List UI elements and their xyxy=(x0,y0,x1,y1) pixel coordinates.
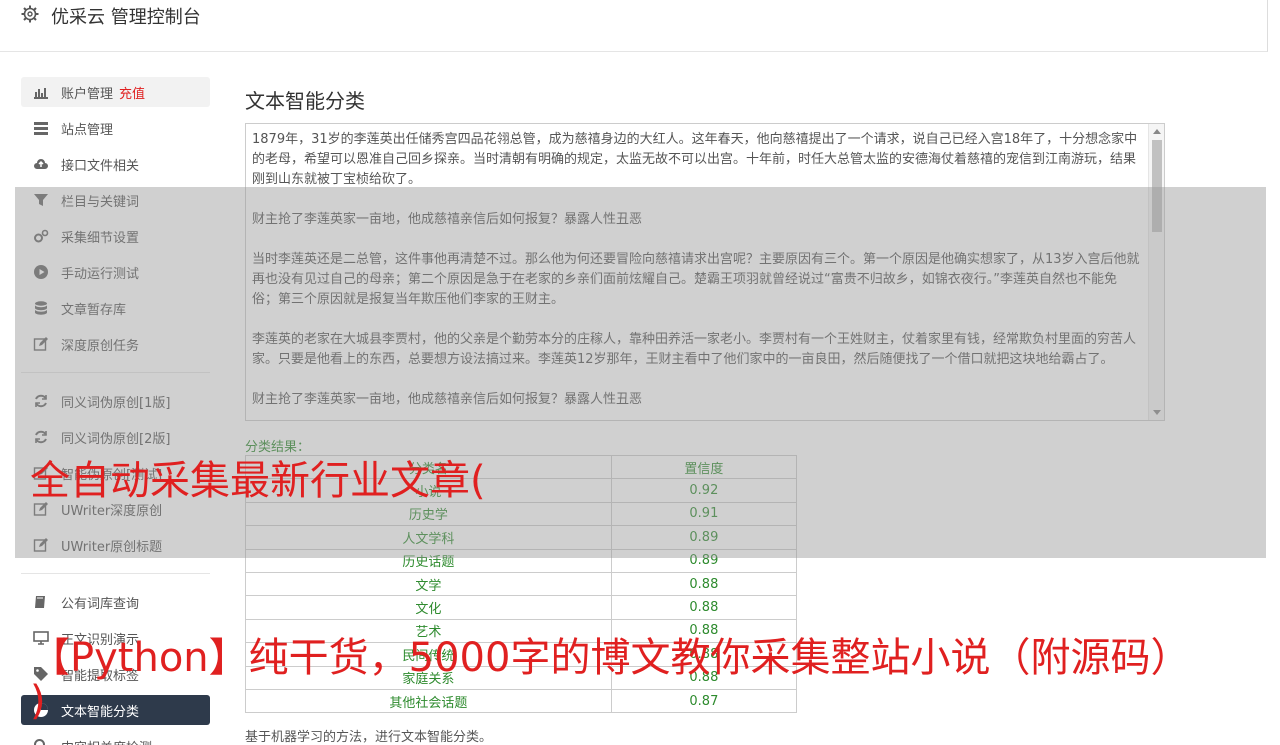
text-paragraph: 1879年，31岁的李莲英出任储秀宫四品花翎总管，成为慈禧身边的大红人。这年春天… xyxy=(252,132,1138,187)
category-cell: 文学 xyxy=(245,571,612,597)
sidebar-item-label: 接口文件相关 xyxy=(61,158,140,174)
sidebar-item-label: 文本智能分类 xyxy=(61,704,140,720)
recharge-link[interactable]: 充值 xyxy=(119,83,145,102)
sidebar-item-public-lexicon[interactable]: 公有词库查询 xyxy=(21,587,210,617)
sidebar-item-label: 公有词库查询 xyxy=(61,596,140,612)
cloud-upload-icon xyxy=(33,156,49,172)
scroll-up-arrow-icon[interactable] xyxy=(1153,129,1161,134)
search-icon xyxy=(33,738,49,745)
footer-note: 基于机器学习的方法，进行文本智能分类。 xyxy=(245,730,493,745)
gear-icon xyxy=(20,4,40,24)
top-bar: 优采云 管理控制台 xyxy=(0,0,1268,52)
overlay-headline: 全自动采集最新行业文章( xyxy=(30,458,486,504)
sidebar-divider xyxy=(21,573,210,574)
table-row: 文化 0.88 xyxy=(245,595,798,620)
sidebar-item-label: 站点管理 xyxy=(61,122,114,138)
table-row: 其他社会话题 0.87 xyxy=(245,688,798,714)
server-icon xyxy=(33,120,49,136)
page-title: 文本智能分类 xyxy=(245,89,365,113)
bar-chart-icon xyxy=(33,84,49,100)
sidebar-item-sites[interactable]: 站点管理 xyxy=(21,113,210,143)
sidebar-item-interface-files[interactable]: 接口文件相关 xyxy=(21,149,210,179)
category-cell: 其他社会话题 xyxy=(245,688,612,714)
sidebar-item-text-classification[interactable]: 文本智能分类 xyxy=(21,695,210,725)
table-row: 文学 0.88 xyxy=(245,571,798,597)
sidebar-item-label: 内容相关度检测 xyxy=(61,737,152,745)
category-cell: 文化 xyxy=(245,595,612,620)
confidence-cell: 0.88 xyxy=(610,571,798,597)
confidence-cell: 0.88 xyxy=(610,595,798,620)
confidence-cell: 0.87 xyxy=(610,688,798,714)
sidebar-item-relevance-check[interactable]: 内容相关度检测 xyxy=(21,731,210,745)
book-icon xyxy=(33,594,49,610)
overlay-headline: 【Python】纯干货，5000字的博文教你采集整站小说（附源码） xyxy=(30,635,1191,681)
sidebar-item-label: 账户管理 xyxy=(61,86,114,102)
app-title: 优采云 管理控制台 xyxy=(51,7,201,28)
overlay-headline: ) xyxy=(30,678,46,724)
sidebar-item-account[interactable]: 账户管理 充值 xyxy=(21,77,210,107)
